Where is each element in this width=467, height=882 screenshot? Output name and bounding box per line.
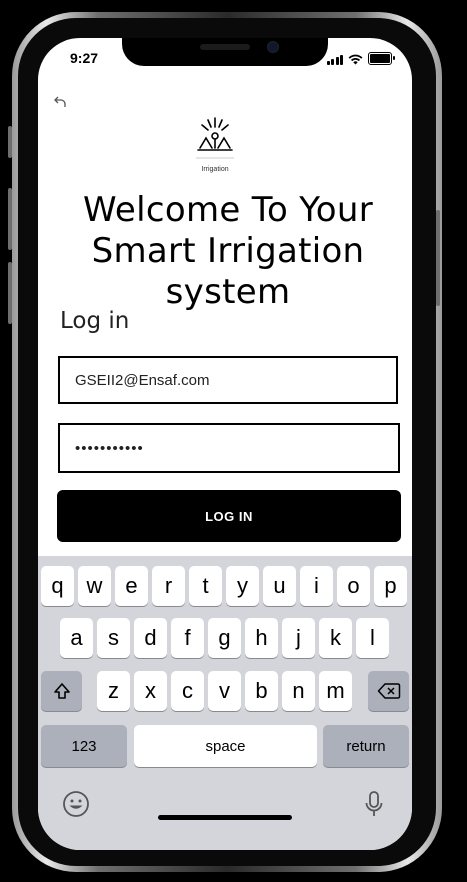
- home-indicator[interactable]: [158, 815, 292, 820]
- key-q[interactable]: q: [41, 566, 74, 606]
- key-s[interactable]: s: [97, 618, 130, 658]
- key-d[interactable]: d: [134, 618, 167, 658]
- welcome-title: Welcome To Your Smart Irrigation system: [82, 190, 373, 312]
- key-e[interactable]: e: [115, 566, 148, 606]
- key-f[interactable]: f: [171, 618, 204, 658]
- key-z[interactable]: z: [97, 671, 130, 711]
- numbers-key[interactable]: 123: [41, 725, 127, 767]
- key-u[interactable]: u: [263, 566, 296, 606]
- phone-volume-down-button: [8, 262, 12, 324]
- login-heading: Log in: [60, 308, 130, 334]
- notch: [122, 38, 328, 66]
- key-n[interactable]: n: [282, 671, 315, 711]
- key-b[interactable]: b: [245, 671, 278, 711]
- key-i[interactable]: i: [300, 566, 333, 606]
- backspace-key[interactable]: [368, 671, 409, 711]
- key-x[interactable]: x: [134, 671, 167, 711]
- key-t[interactable]: t: [189, 566, 222, 606]
- key-p[interactable]: p: [374, 566, 407, 606]
- key-j[interactable]: j: [282, 618, 315, 658]
- undo-arrow-icon: [54, 96, 66, 107]
- key-v[interactable]: v: [208, 671, 241, 711]
- password-field[interactable]: [58, 423, 400, 473]
- email-field[interactable]: [58, 356, 398, 404]
- shift-key[interactable]: [41, 671, 82, 711]
- key-r[interactable]: r: [152, 566, 185, 606]
- return-key[interactable]: return: [323, 725, 409, 767]
- phone-volume-up-button: [8, 188, 12, 250]
- dictation-button[interactable]: [363, 790, 385, 822]
- back-button[interactable]: [52, 94, 68, 114]
- phone-screen: 9:27 Irrigation Welcome To Your Smart Ir…: [38, 38, 412, 850]
- key-c[interactable]: c: [171, 671, 204, 711]
- phone-power-button: [436, 210, 440, 306]
- key-m[interactable]: m: [319, 671, 352, 711]
- app-logo: Irrigation: [184, 114, 246, 180]
- emoji-button[interactable]: [62, 790, 90, 822]
- phone-side-button: [8, 126, 12, 158]
- key-a[interactable]: a: [60, 618, 93, 658]
- key-l[interactable]: l: [356, 618, 389, 658]
- key-g[interactable]: g: [208, 618, 241, 658]
- space-key[interactable]: space: [134, 725, 317, 767]
- key-k[interactable]: k: [319, 618, 352, 658]
- shift-icon: [53, 683, 70, 699]
- cellular-signal-icon: [326, 55, 343, 65]
- irrigation-sprinkler-icon: [196, 117, 234, 159]
- microphone-icon: [365, 791, 383, 816]
- status-icons: [326, 52, 395, 65]
- status-time: 9:27: [70, 50, 99, 66]
- logo-text: Irrigation: [201, 166, 229, 173]
- wifi-icon: [348, 54, 363, 65]
- on-screen-keyboard: q w e r t y u i o p a s d f g h j k l z …: [38, 556, 412, 850]
- key-h[interactable]: h: [245, 618, 278, 658]
- backspace-icon: [377, 683, 400, 699]
- login-button[interactable]: LOG IN: [57, 490, 401, 542]
- emoji-icon: [63, 791, 89, 817]
- key-w[interactable]: w: [78, 566, 111, 606]
- speaker-grille: [200, 44, 250, 50]
- front-camera: [267, 41, 279, 53]
- key-o[interactable]: o: [337, 566, 370, 606]
- key-y[interactable]: y: [226, 566, 259, 606]
- battery-icon: [368, 52, 395, 65]
